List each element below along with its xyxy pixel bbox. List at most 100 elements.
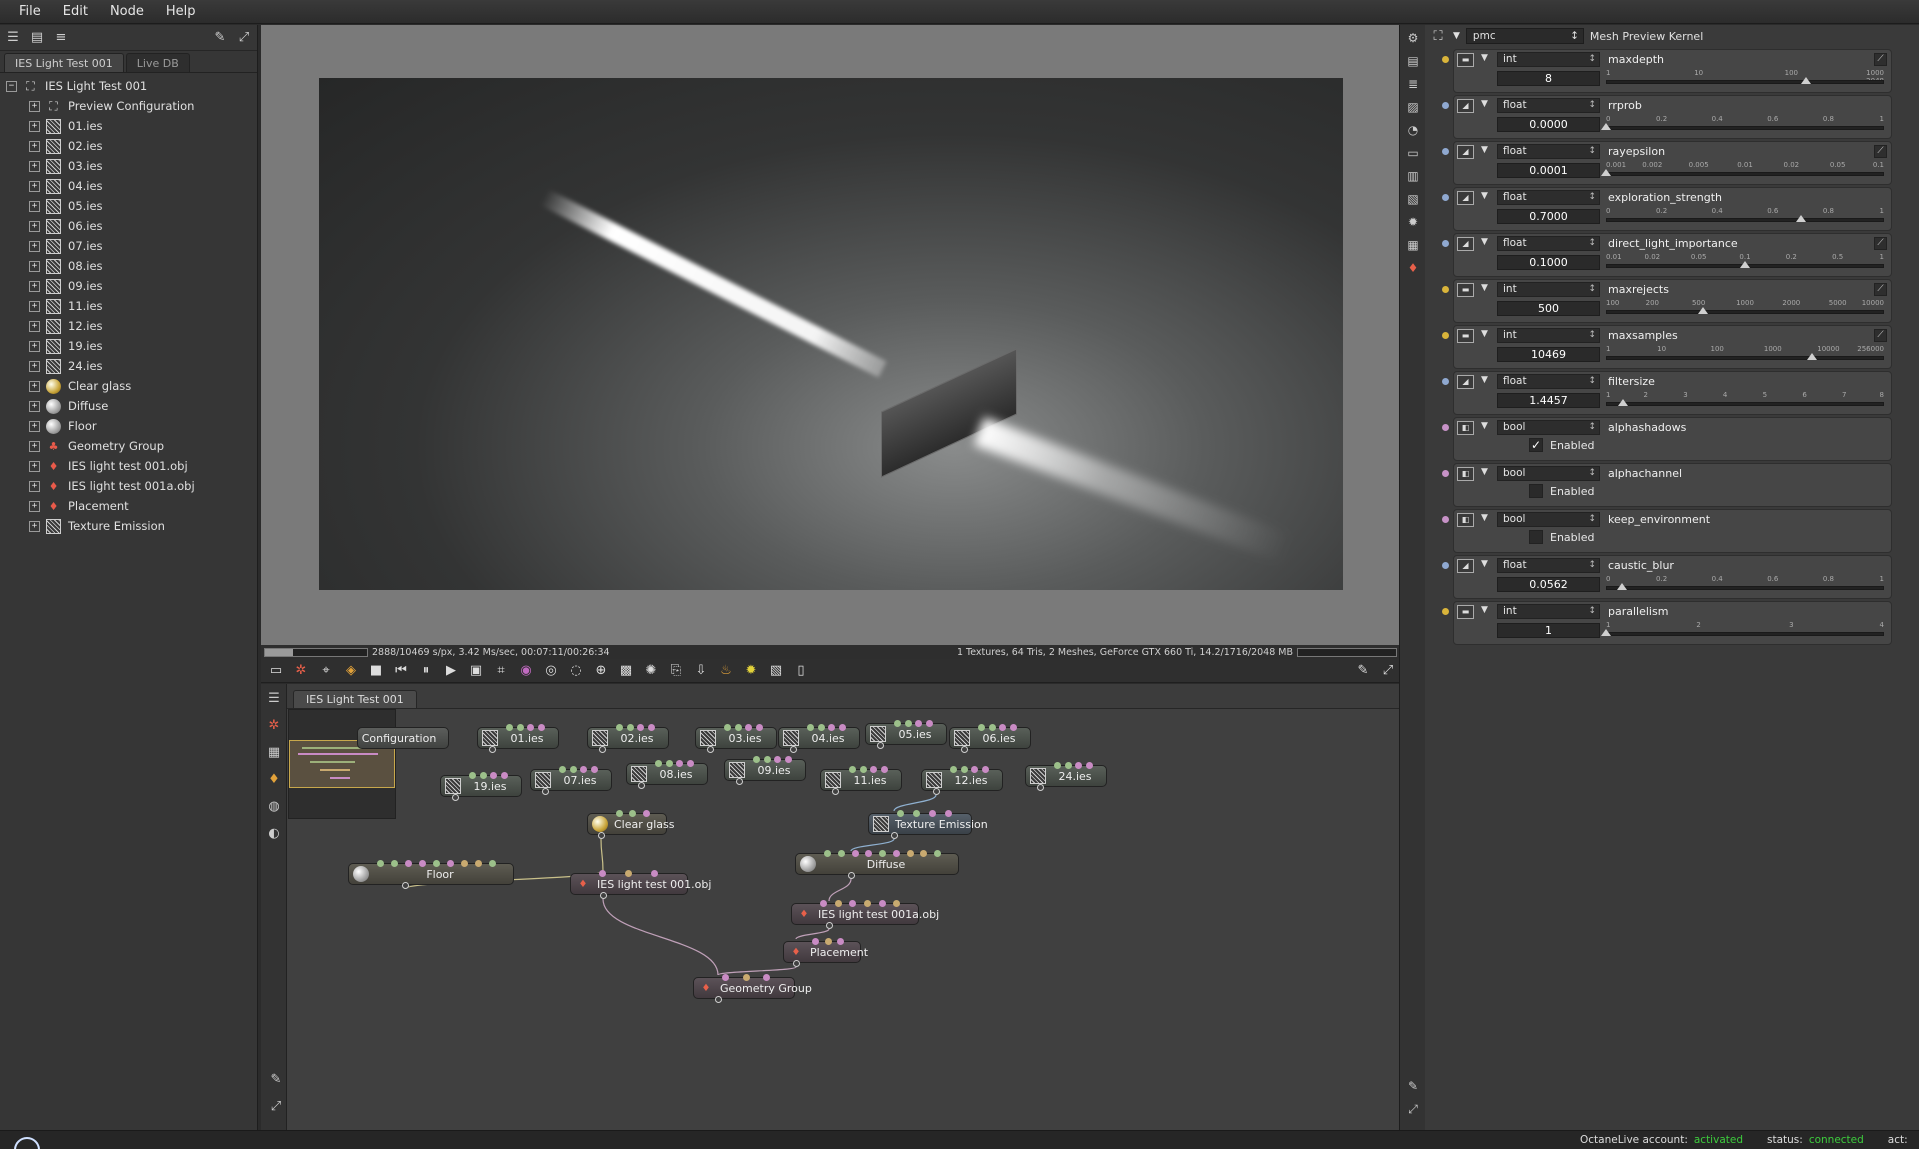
input-pin[interactable] [988, 724, 996, 731]
param-type-select[interactable]: float [1497, 144, 1600, 159]
input-pin[interactable] [745, 724, 752, 731]
param-type-select[interactable]: int [1497, 604, 1600, 619]
color-cube-icon[interactable]: ◈ [340, 661, 362, 681]
output-pin[interactable] [715, 996, 722, 1003]
restart-render-icon[interactable]: ✲ [290, 661, 312, 681]
param-slider[interactable]: 0 0.2 0.4 0.6 0.8 1 [1606, 207, 1884, 227]
input-pin[interactable] [834, 900, 842, 907]
input-pin[interactable] [626, 724, 634, 731]
export-icon[interactable]: ⇩ [690, 661, 712, 681]
wrench-icon[interactable]: ✎ [211, 29, 229, 47]
input-pin[interactable] [960, 766, 968, 773]
input-pin[interactable] [580, 766, 587, 773]
pin-connector-icon[interactable] [1442, 516, 1449, 523]
pin-connector-icon[interactable] [1442, 102, 1449, 109]
input-pin[interactable] [915, 720, 922, 727]
sun-icon[interactable]: ✹ [740, 661, 762, 681]
slider-handle[interactable] [1801, 77, 1812, 84]
tree-item[interactable]: + ♦ IES light test 001a.obj [0, 476, 257, 496]
input-pin[interactable] [655, 760, 662, 767]
param-value-input[interactable]: 0.0562 [1497, 577, 1600, 592]
input-pin[interactable] [391, 860, 398, 867]
expand-icon[interactable]: + [29, 380, 40, 392]
output-pin[interactable] [933, 788, 940, 795]
lock-viewport-icon[interactable]: ▩ [615, 661, 637, 681]
slider-track[interactable] [1606, 218, 1884, 222]
tree-item[interactable]: +12.ies [0, 316, 257, 336]
output-pin[interactable] [638, 782, 645, 789]
input-pin[interactable] [469, 772, 476, 779]
pin-connector-icon[interactable] [1442, 424, 1449, 431]
param-slider[interactable]: 0.001 0.002 0.005 0.01 0.02 0.05 0.1 [1601, 161, 1884, 181]
list-icon[interactable]: ≡ [52, 29, 70, 47]
pin-connector-icon[interactable] [1442, 332, 1449, 339]
input-pin[interactable] [599, 870, 606, 877]
input-pin[interactable] [870, 766, 877, 773]
param-type-select[interactable]: float [1497, 558, 1600, 573]
render-image[interactable] [319, 78, 1343, 590]
input-pin[interactable] [1085, 762, 1093, 769]
tree-view-icon[interactable]: ☰ [4, 29, 22, 47]
graph-node[interactable]: 01.ies [477, 724, 559, 753]
collapse-triangle-icon[interactable]: ▼ [1481, 513, 1488, 523]
menu-edit[interactable]: Edit [52, 4, 99, 19]
pin-connector-icon[interactable] [1442, 470, 1449, 477]
log-scale-icon[interactable]: ⟋ [1874, 283, 1887, 296]
output-pin[interactable] [598, 832, 605, 839]
input-pin[interactable] [817, 724, 825, 731]
input-pin[interactable] [865, 850, 873, 857]
expand-icon[interactable]: + [29, 460, 40, 472]
input-pin[interactable] [851, 850, 859, 857]
output-pin[interactable] [790, 746, 797, 753]
param-type-select[interactable]: float [1497, 374, 1600, 389]
tree-item[interactable]: +09.ies [0, 276, 257, 296]
slider-handle[interactable] [1616, 583, 1627, 590]
expand-icon[interactable]: + [29, 340, 40, 352]
tab-scene[interactable]: IES Light Test 001 [4, 53, 124, 72]
zoom-icon[interactable]: ⊕ [590, 661, 612, 681]
graph-node[interactable]: 19.ies [440, 772, 522, 801]
graph-material-icon[interactable]: ♦ [263, 768, 285, 790]
graph-node[interactable]: Texture Emission [868, 810, 988, 839]
output-pin[interactable] [793, 960, 800, 967]
input-pin[interactable] [763, 756, 771, 763]
stop-icon[interactable]: ■ [365, 661, 387, 681]
param-type-select[interactable]: float [1497, 98, 1600, 113]
input-pin[interactable] [642, 810, 650, 817]
graph-node[interactable]: 03.ies [695, 724, 777, 753]
input-pin[interactable] [722, 974, 729, 981]
output-pin[interactable] [489, 746, 496, 753]
collapse-triangle-icon[interactable]: ▼ [1481, 99, 1488, 109]
pin-connector-icon[interactable] [1442, 286, 1449, 293]
menu-help[interactable]: Help [155, 4, 207, 19]
pin-connector-icon[interactable] [1442, 148, 1449, 155]
collapse-triangle-icon[interactable]: ▼ [1481, 237, 1488, 247]
tree-item[interactable]: + Texture Emission [0, 516, 257, 536]
slider-handle[interactable] [1740, 261, 1750, 268]
output-pin[interactable] [848, 872, 855, 879]
input-pin[interactable] [616, 810, 623, 817]
input-pin[interactable] [405, 860, 412, 867]
param-type-select[interactable]: bool [1497, 466, 1600, 481]
focus-picker-icon[interactable]: ⌖ [315, 661, 337, 681]
input-pin[interactable] [724, 724, 731, 731]
slider-handle[interactable] [1601, 169, 1611, 176]
tree-item[interactable]: +08.ies [0, 256, 257, 276]
tree-item[interactable]: +19.ies [0, 336, 257, 356]
graph-film-icon[interactable]: ▦ [263, 741, 285, 763]
pin-connector-icon[interactable] [1442, 56, 1449, 63]
save-icon[interactable]: ▤ [28, 29, 46, 47]
menu-node[interactable]: Node [99, 4, 155, 19]
expand-icon[interactable]: + [29, 420, 40, 432]
rewind-icon[interactable]: ⏮ [390, 661, 412, 681]
pin-connector-icon[interactable] [1442, 562, 1449, 569]
input-pin[interactable] [820, 900, 827, 907]
mesh-sidebar-icon[interactable]: ♦ [1403, 258, 1423, 278]
param-value-input[interactable]: 0.7000 [1497, 209, 1600, 224]
region-icon[interactable]: ▣ [465, 661, 487, 681]
input-pin[interactable] [489, 860, 496, 867]
graph-node[interactable]: Floor [348, 860, 514, 889]
graph-tree-icon[interactable]: ☰ [263, 687, 285, 709]
slider-handle[interactable] [1806, 353, 1817, 360]
slider-track[interactable] [1606, 80, 1884, 84]
